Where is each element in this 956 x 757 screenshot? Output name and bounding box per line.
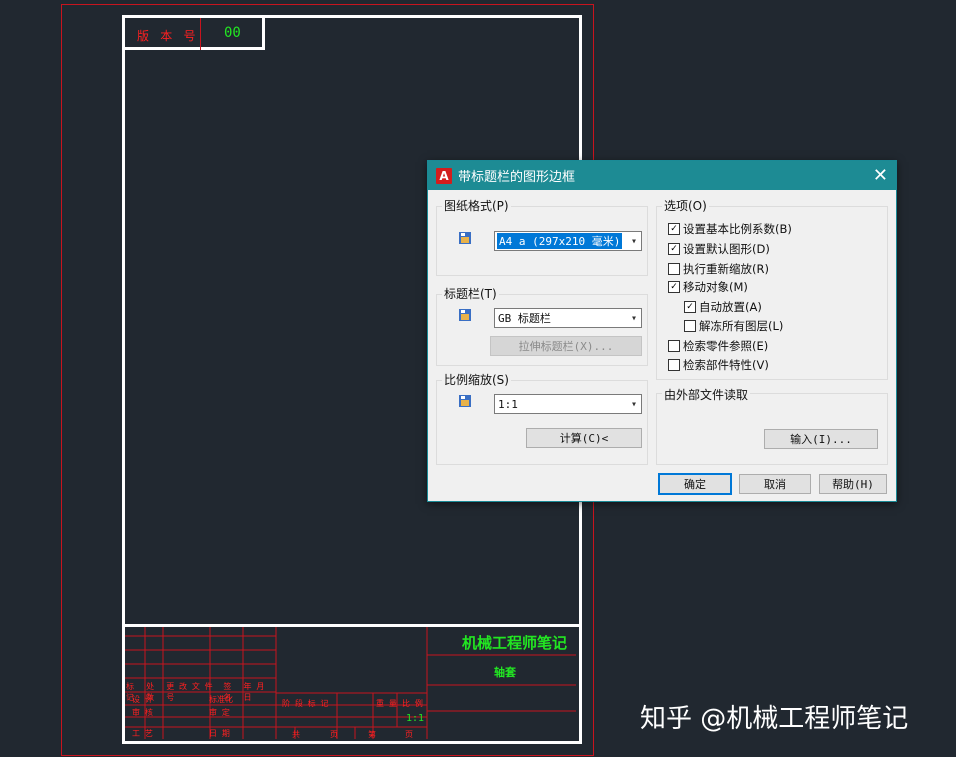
label-date: 年 月 日	[243, 682, 265, 702]
checkbox-set-base-scale[interactable]: ✓ 设置基本比例系数(B)	[668, 221, 792, 237]
checkbox-set-default-drawing[interactable]: ✓ 设置默认图形(D)	[668, 241, 770, 257]
version-value: 00	[224, 25, 241, 41]
label-scale: 比 例	[402, 699, 423, 708]
label-page-b: 页	[405, 730, 413, 739]
checkbox-label: 检索零件参照(E)	[683, 339, 769, 353]
label-review: 审 核	[132, 708, 153, 717]
checkbox-retrieve-props[interactable]: 检索部件特性(V)	[668, 357, 769, 373]
part-name: 轴套	[494, 666, 516, 679]
label-day: 日 期	[209, 729, 230, 738]
checkbox-label: 移动对象(M)	[683, 280, 748, 294]
checkbox-box	[668, 359, 680, 371]
chevron-down-icon: ▾	[630, 235, 638, 247]
paper-format-label: 图纸格式(P)	[442, 197, 511, 214]
paper-format-icon	[459, 232, 471, 244]
checkbox-label: 设置默认图形(D)	[683, 242, 770, 256]
dialog-title: 带标题栏的图形边框	[458, 170, 576, 185]
scale-value: 1:1	[406, 713, 425, 724]
checkbox-label: 设置基本比例系数(B)	[683, 222, 792, 236]
autocad-logo-icon: A	[436, 167, 452, 184]
label-nth: 第	[368, 730, 376, 739]
ok-button[interactable]: 确定	[658, 473, 732, 495]
scale-value-field: 1:1	[498, 397, 518, 411]
checkbox-box: ✓	[668, 223, 680, 235]
checkbox-box	[668, 340, 680, 352]
label-standardization: 标准化	[209, 695, 233, 704]
cancel-button[interactable]: 取消	[739, 474, 811, 494]
label-approve: 审 定	[209, 708, 230, 717]
version-divider	[200, 18, 201, 50]
label-total: 共	[292, 730, 300, 739]
checkbox-box	[684, 320, 696, 332]
title-block-select[interactable]: GB 标题栏 ▾	[494, 308, 642, 328]
version-label: 版 本 号	[137, 29, 198, 43]
help-button[interactable]: 帮助(H)	[819, 474, 887, 494]
calculate-button[interactable]: 计算(C)<	[526, 428, 642, 448]
title-block-icon	[459, 309, 471, 321]
label-process: 工 艺	[132, 729, 153, 738]
label-stage-mark: 阶 段 标 记	[282, 699, 329, 708]
stretch-title-block-button[interactable]: 拉伸标题栏(X)...	[490, 336, 642, 356]
checkbox-auto-place[interactable]: ✓ 自动放置(A)	[684, 299, 762, 315]
scale-select[interactable]: 1:1 ▾	[494, 394, 642, 414]
scale-icon	[459, 395, 471, 407]
checkbox-box	[668, 263, 680, 275]
scale-group	[436, 380, 648, 465]
external-file-label: 由外部文件读取	[662, 386, 751, 403]
checkbox-label: 解冻所有图层(L)	[699, 319, 784, 333]
label-weight: 重 量	[376, 699, 397, 708]
checkbox-label: 执行重新缩放(R)	[683, 262, 769, 276]
checkbox-retrieve-part-ref[interactable]: 检索零件参照(E)	[668, 338, 768, 354]
title-block-value: GB 标题栏	[498, 312, 551, 325]
checkbox-thaw-layers[interactable]: 解冻所有图层(L)	[684, 318, 783, 334]
label-design: 设 计	[132, 695, 153, 704]
checkbox-rescale[interactable]: 执行重新缩放(R)	[668, 261, 769, 277]
title-block-label: 标题栏(T)	[442, 285, 499, 302]
import-button[interactable]: 输入(I)...	[764, 429, 878, 449]
checkbox-box: ✓	[668, 243, 680, 255]
paper-format-value: A4 a (297x210 毫米)	[497, 233, 623, 249]
scale-label: 比例缩放(S)	[442, 371, 511, 388]
checkbox-label: 自动放置(A)	[699, 300, 762, 314]
dialog-titlebar[interactable]: A 带标题栏的图形边框 ✕	[428, 161, 896, 190]
checkbox-box: ✓	[668, 281, 680, 293]
close-icon[interactable]: ✕	[873, 165, 888, 186]
title-block-dialog: A 带标题栏的图形边框 ✕ 图纸格式(P) A4 a (297x210 毫米) …	[427, 160, 897, 502]
checkbox-box: ✓	[684, 301, 696, 313]
label-page-a: 页	[330, 730, 338, 739]
paper-format-select[interactable]: A4 a (297x210 毫米) ▾	[494, 231, 642, 251]
options-label: 选项(O)	[662, 197, 709, 214]
chevron-down-icon: ▾	[630, 312, 638, 324]
checkbox-label: 检索部件特性(V)	[683, 358, 769, 372]
company-name: 机械工程师笔记	[462, 634, 568, 652]
watermark: 知乎 @机械工程师笔记	[640, 704, 909, 734]
chevron-down-icon: ▾	[630, 398, 638, 410]
checkbox-move-objects[interactable]: ✓ 移动对象(M)	[668, 279, 748, 295]
